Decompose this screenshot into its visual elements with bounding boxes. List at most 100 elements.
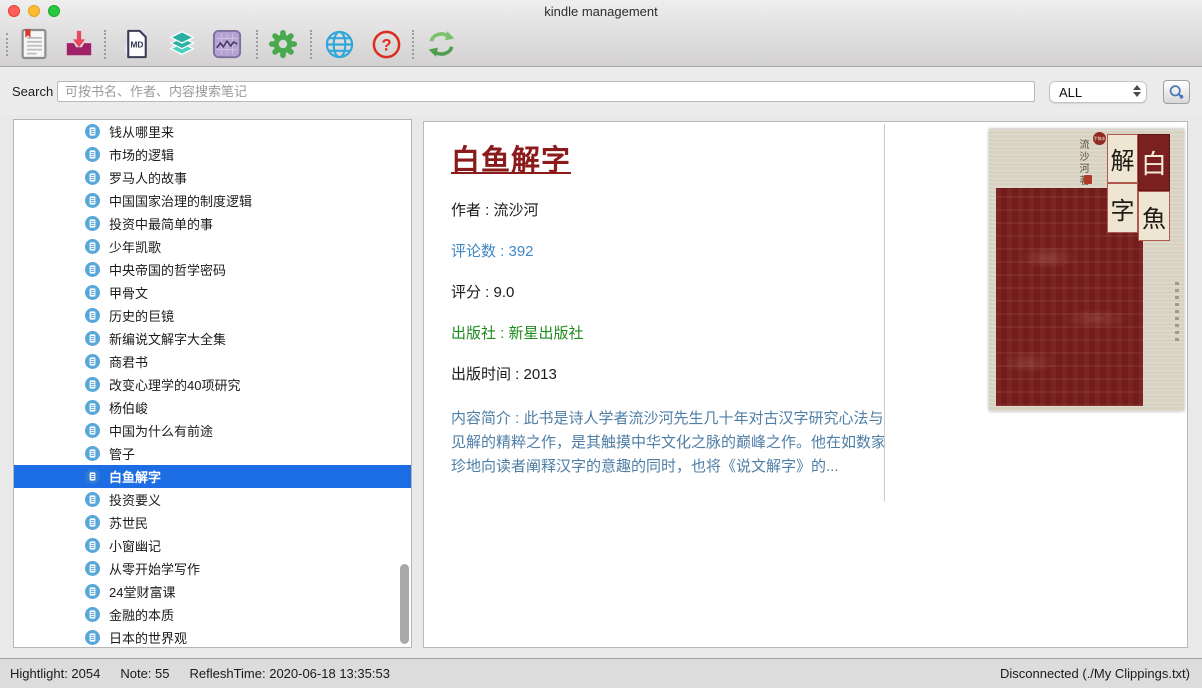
toolbar-drag-handle bbox=[6, 33, 8, 56]
book-list-item[interactable]: 24堂财富课 bbox=[14, 580, 411, 603]
book-list-item[interactable]: 历史的巨镜 bbox=[14, 304, 411, 327]
cover-square-seal bbox=[1084, 175, 1092, 184]
book-list-item[interactable]: 中国为什么有前途 bbox=[14, 419, 411, 442]
markdown-export-button[interactable]: MD bbox=[119, 26, 155, 62]
book-list-item[interactable]: 白鱼解字 bbox=[14, 465, 411, 488]
cover-char: 魚 bbox=[1138, 191, 1170, 241]
book-title-link[interactable]: 白鱼解字 bbox=[451, 144, 571, 178]
cover-char: 字 bbox=[1107, 183, 1138, 233]
book-title-label: 日本的世界观 bbox=[109, 628, 187, 647]
layers-button[interactable] bbox=[164, 26, 200, 62]
statistics-button[interactable] bbox=[209, 26, 245, 62]
book-title-label: 中国国家治理的制度逻辑 bbox=[109, 191, 252, 210]
toolbar: MD bbox=[0, 22, 1202, 66]
settings-button[interactable] bbox=[265, 26, 301, 62]
globe-icon bbox=[324, 29, 355, 60]
svg-text:MD: MD bbox=[130, 40, 143, 50]
book-note-icon bbox=[85, 354, 100, 369]
notes-button[interactable] bbox=[16, 26, 52, 62]
help-icon: ? bbox=[371, 29, 402, 60]
book-list-item[interactable]: 市场的逻辑 bbox=[14, 143, 411, 166]
filter-select-value: ALL bbox=[1059, 85, 1082, 100]
book-note-icon bbox=[85, 630, 100, 645]
book-note-icon bbox=[85, 147, 100, 162]
search-icon bbox=[1168, 84, 1185, 101]
book-note-icon bbox=[85, 308, 100, 323]
import-download-icon bbox=[64, 29, 94, 59]
book-title-label: 改变心理学的40项研究 bbox=[109, 375, 240, 394]
book-list-item[interactable]: 日本的世界观 bbox=[14, 626, 411, 648]
book-note-icon bbox=[85, 285, 100, 300]
book-note-icon bbox=[85, 538, 100, 553]
book-list-item[interactable]: 小窗幽记 bbox=[14, 534, 411, 557]
book-title-label: 罗马人的故事 bbox=[109, 168, 187, 187]
book-list-item[interactable]: 从零开始学写作 bbox=[14, 557, 411, 580]
book-note-icon bbox=[85, 216, 100, 231]
connection-status: Disconnected (./My Clippings.txt) bbox=[1000, 666, 1190, 681]
book-pubdate-field: 出版时间 : 2013 bbox=[451, 366, 901, 383]
import-button[interactable] bbox=[61, 26, 97, 62]
book-note-icon bbox=[85, 262, 100, 277]
book-list-item[interactable]: 杨伯峻 bbox=[14, 396, 411, 419]
book-title-label: 杨伯峻 bbox=[109, 398, 148, 417]
book-title-label: 少年凯歌 bbox=[109, 237, 161, 256]
window-title: kindle management bbox=[0, 4, 1202, 19]
book-title-label: 投资中最简单的事 bbox=[109, 214, 213, 233]
book-list-item[interactable]: 管子 bbox=[14, 442, 411, 465]
refresh-button[interactable] bbox=[423, 26, 459, 62]
book-title-label: 市场的逻辑 bbox=[109, 145, 174, 164]
book-author-field: 作者 : 流沙河 bbox=[451, 202, 901, 219]
cover-round-seal: 手稿本 bbox=[1093, 132, 1106, 145]
book-note-icon bbox=[85, 170, 100, 185]
window-chrome: kindle management bbox=[0, 0, 1202, 67]
network-button[interactable] bbox=[321, 26, 357, 62]
book-list-item[interactable]: 中央帝国的哲学密码 bbox=[14, 258, 411, 281]
highlight-count: Hightlight: 2054 bbox=[10, 666, 100, 681]
markdown-file-icon: MD bbox=[123, 29, 151, 59]
book-list-item[interactable]: 钱从哪里来 bbox=[14, 120, 411, 143]
cover-char: 白 bbox=[1138, 134, 1170, 191]
toolbar-separator bbox=[412, 30, 414, 59]
book-note-icon bbox=[85, 331, 100, 346]
cover-publisher-strip bbox=[1175, 279, 1179, 341]
book-list-panel: 钱从哪里来 市场的逻辑 罗马人的故事 bbox=[13, 119, 412, 648]
note-count: Note: 55 bbox=[120, 666, 169, 681]
book-list-item[interactable]: 投资要义 bbox=[14, 488, 411, 511]
svg-text:?: ? bbox=[381, 36, 391, 54]
book-list-item[interactable]: 新编说文解字大全集 bbox=[14, 327, 411, 350]
search-button[interactable] bbox=[1163, 80, 1190, 104]
status-bar: Hightlight: 2054 Note: 55 RefleshTime: 2… bbox=[0, 658, 1202, 688]
book-list-item[interactable]: 罗马人的故事 bbox=[14, 166, 411, 189]
help-button[interactable]: ? bbox=[368, 26, 404, 62]
search-input[interactable] bbox=[57, 81, 1035, 102]
book-list-item[interactable]: 苏世民 bbox=[14, 511, 411, 534]
gear-icon bbox=[268, 29, 298, 59]
book-note-icon bbox=[85, 423, 100, 438]
book-list-item[interactable]: 中国国家治理的制度逻辑 bbox=[14, 189, 411, 212]
book-detail-panel: 白鱼解字 作者 : 流沙河 评论数 : 392 评分 : 9.0 出版社 : 新… bbox=[423, 121, 1188, 648]
layers-icon bbox=[167, 29, 197, 59]
filter-select[interactable]: ALL bbox=[1049, 81, 1147, 103]
book-note-icon bbox=[85, 400, 100, 415]
book-detail: 白鱼解字 作者 : 流沙河 评论数 : 392 评分 : 9.0 出版社 : 新… bbox=[451, 122, 901, 479]
book-list-item[interactable]: 少年凯歌 bbox=[14, 235, 411, 258]
toolbar-separator bbox=[104, 30, 106, 59]
book-note-icon bbox=[85, 193, 100, 208]
book-list-item[interactable]: 金融的本质 bbox=[14, 603, 411, 626]
book-note-icon bbox=[85, 607, 100, 622]
book-list: 钱从哪里来 市场的逻辑 罗马人的故事 bbox=[14, 120, 411, 648]
book-list-item[interactable]: 改变心理学的40项研究 bbox=[14, 373, 411, 396]
book-title-label: 新编说文解字大全集 bbox=[109, 329, 226, 348]
refresh-time: RefleshTime: 2020-06-18 13:35:53 bbox=[190, 666, 390, 681]
book-title-label: 苏世民 bbox=[109, 513, 148, 532]
sidebar-scrollbar-thumb[interactable] bbox=[400, 564, 409, 644]
book-cover-image: 解 白 字 魚 流沙河著 手稿本 bbox=[989, 129, 1184, 411]
book-list-item[interactable]: 甲骨文 bbox=[14, 281, 411, 304]
book-title-label: 金融的本质 bbox=[109, 605, 174, 624]
book-title-label: 小窗幽记 bbox=[109, 536, 161, 555]
book-title-label: 管子 bbox=[109, 444, 135, 463]
book-note-icon bbox=[85, 377, 100, 392]
book-list-item[interactable]: 投资中最简单的事 bbox=[14, 212, 411, 235]
book-title-label: 从零开始学写作 bbox=[109, 559, 200, 578]
book-list-item[interactable]: 商君书 bbox=[14, 350, 411, 373]
